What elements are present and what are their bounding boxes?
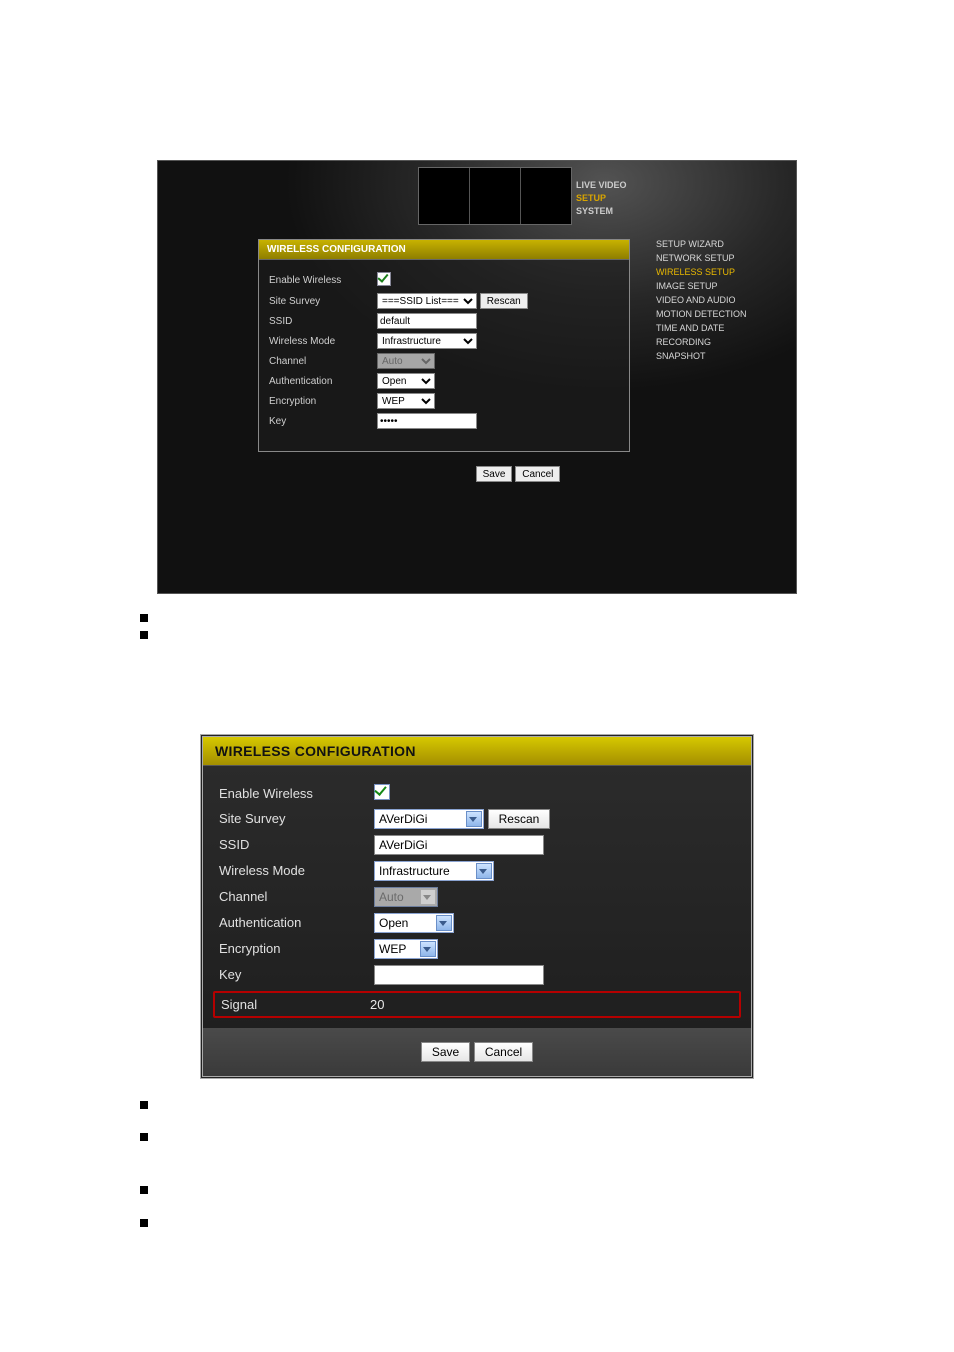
select-encryption[interactable]: WEP <box>377 393 435 409</box>
bullet-2 <box>140 627 954 644</box>
wireless-config-panel: WIRELESS CONFIGURATION Enable Wireless S… <box>258 239 630 452</box>
sidebar-item-setup-wizard[interactable]: SETUP WIZARD <box>656 237 776 251</box>
checkbox-enable-wireless-l[interactable] <box>374 784 390 800</box>
bullet-1 <box>140 610 954 627</box>
save-button-l[interactable]: Save <box>421 1042 470 1062</box>
bullet-5 <box>140 1182 954 1199</box>
label-key: Key <box>269 416 377 427</box>
admin-screenshot: LIVE VIDEO SETUP SYSTEM WIRELESS CONFIGU… <box>157 160 797 594</box>
sidebar-item-motion-detection[interactable]: MOTION DETECTION <box>656 307 776 321</box>
label-key-l: Key <box>219 967 374 982</box>
input-ssid[interactable] <box>377 313 477 329</box>
label-channel: Channel <box>269 356 377 367</box>
sidebar-item-network-setup[interactable]: NETWORK SETUP <box>656 251 776 265</box>
top-nav: LIVE VIDEO SETUP SYSTEM <box>576 179 756 232</box>
nav-system[interactable]: SYSTEM <box>576 205 756 232</box>
wireless-config-panel-large: WIRELESS CONFIGURATION Enable Wireless S… <box>200 734 754 1079</box>
signal-row-highlight: Signal 20 <box>213 991 741 1018</box>
bullet-3 <box>140 1097 954 1114</box>
signal-value: 20 <box>370 997 384 1012</box>
label-channel-l: Channel <box>219 889 374 904</box>
label-enable-wireless-l: Enable Wireless <box>219 786 374 801</box>
sidebar-item-image-setup[interactable]: IMAGE SETUP <box>656 279 776 293</box>
select-site-survey[interactable]: ===SSID List=== <box>377 293 477 309</box>
select-site-survey-l[interactable]: AVerDiGi <box>374 809 484 829</box>
cancel-button-l[interactable]: Cancel <box>474 1042 533 1062</box>
sidebar-item-snapshot[interactable]: SNAPSHOT <box>656 349 776 363</box>
label-encryption-l: Encryption <box>219 941 374 956</box>
label-enable-wireless: Enable Wireless <box>269 275 377 286</box>
select-channel-l: Auto <box>374 887 438 907</box>
save-button[interactable]: Save <box>476 466 513 482</box>
checkbox-enable-wireless[interactable] <box>377 272 391 286</box>
sidebar-item-time-date[interactable]: TIME AND DATE <box>656 321 776 335</box>
label-signal: Signal <box>221 997 370 1012</box>
label-authentication-l: Authentication <box>219 915 374 930</box>
label-site-survey: Site Survey <box>269 296 377 307</box>
cancel-button[interactable]: Cancel <box>515 466 560 482</box>
label-ssid: SSID <box>269 316 377 327</box>
sidebar-item-video-audio[interactable]: VIDEO AND AUDIO <box>656 293 776 307</box>
select-encryption-l[interactable]: WEP <box>374 939 438 959</box>
label-encryption: Encryption <box>269 396 377 407</box>
select-channel: Auto <box>377 353 435 369</box>
input-key[interactable] <box>377 413 477 429</box>
select-wireless-mode-l[interactable]: Infrastructure <box>374 861 494 881</box>
label-wireless-mode-l: Wireless Mode <box>219 863 374 878</box>
rescan-button-l[interactable]: Rescan <box>488 809 551 829</box>
bullet-6 <box>140 1215 954 1232</box>
input-ssid-l[interactable] <box>374 835 544 855</box>
input-key-l[interactable] <box>374 965 544 985</box>
sidebar-item-recording[interactable]: RECORDING <box>656 335 776 349</box>
label-site-survey-l: Site Survey <box>219 811 374 826</box>
rescan-button[interactable]: Rescan <box>480 293 528 309</box>
label-ssid-l: SSID <box>219 837 374 852</box>
panel-title-large: WIRELESS CONFIGURATION <box>203 737 751 766</box>
sidebar-item-wireless-setup[interactable]: WIRELESS SETUP <box>656 265 776 279</box>
setup-sidebar: SETUP WIZARD NETWORK SETUP WIRELESS SETU… <box>656 237 776 363</box>
bullet-4 <box>140 1129 954 1146</box>
select-authentication[interactable]: Open <box>377 373 435 389</box>
label-wireless-mode: Wireless Mode <box>269 336 377 347</box>
panel-title: WIRELESS CONFIGURATION <box>259 240 629 260</box>
select-wireless-mode[interactable]: Infrastructure <box>377 333 477 349</box>
select-authentication-l[interactable]: Open <box>374 913 454 933</box>
video-preview <box>418 167 572 225</box>
label-authentication: Authentication <box>269 376 377 387</box>
